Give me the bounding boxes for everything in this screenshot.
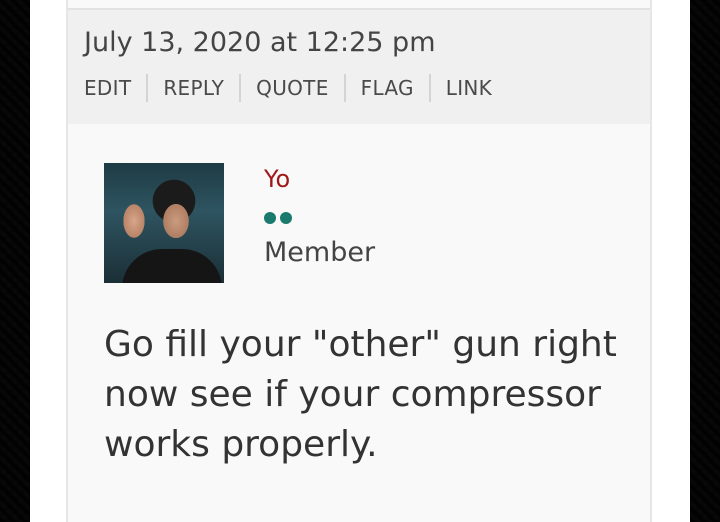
page-column: July 13, 2020 at 12:25 pm EDIT REPLY QUO… (30, 0, 690, 522)
edit-link[interactable]: EDIT (84, 76, 131, 100)
permalink-link[interactable]: LINK (446, 76, 492, 100)
post-body: Go fill your "other" gun right now see i… (104, 324, 617, 465)
reply-link[interactable]: REPLY (163, 76, 224, 100)
post-header: July 13, 2020 at 12:25 pm EDIT REPLY QUO… (68, 8, 650, 124)
flag-link[interactable]: FLAG (361, 76, 414, 100)
rank-dot-icon (264, 212, 276, 224)
divider (428, 74, 431, 102)
author-name[interactable]: Yo (264, 165, 290, 193)
quote-link[interactable]: QUOTE (256, 76, 328, 100)
forum-post: July 13, 2020 at 12:25 pm EDIT REPLY QUO… (66, 0, 652, 522)
post-actions: EDIT REPLY QUOTE FLAG LINK (84, 74, 492, 102)
avatar-figure (122, 249, 222, 283)
divider (146, 74, 149, 102)
divider (343, 74, 346, 102)
avatar[interactable] (104, 163, 224, 283)
rank-indicator (264, 212, 292, 224)
post-date: July 13, 2020 at 12:25 pm (84, 27, 436, 58)
author-role: Member (264, 237, 376, 268)
divider (239, 74, 242, 102)
rank-dot-icon (280, 212, 292, 224)
